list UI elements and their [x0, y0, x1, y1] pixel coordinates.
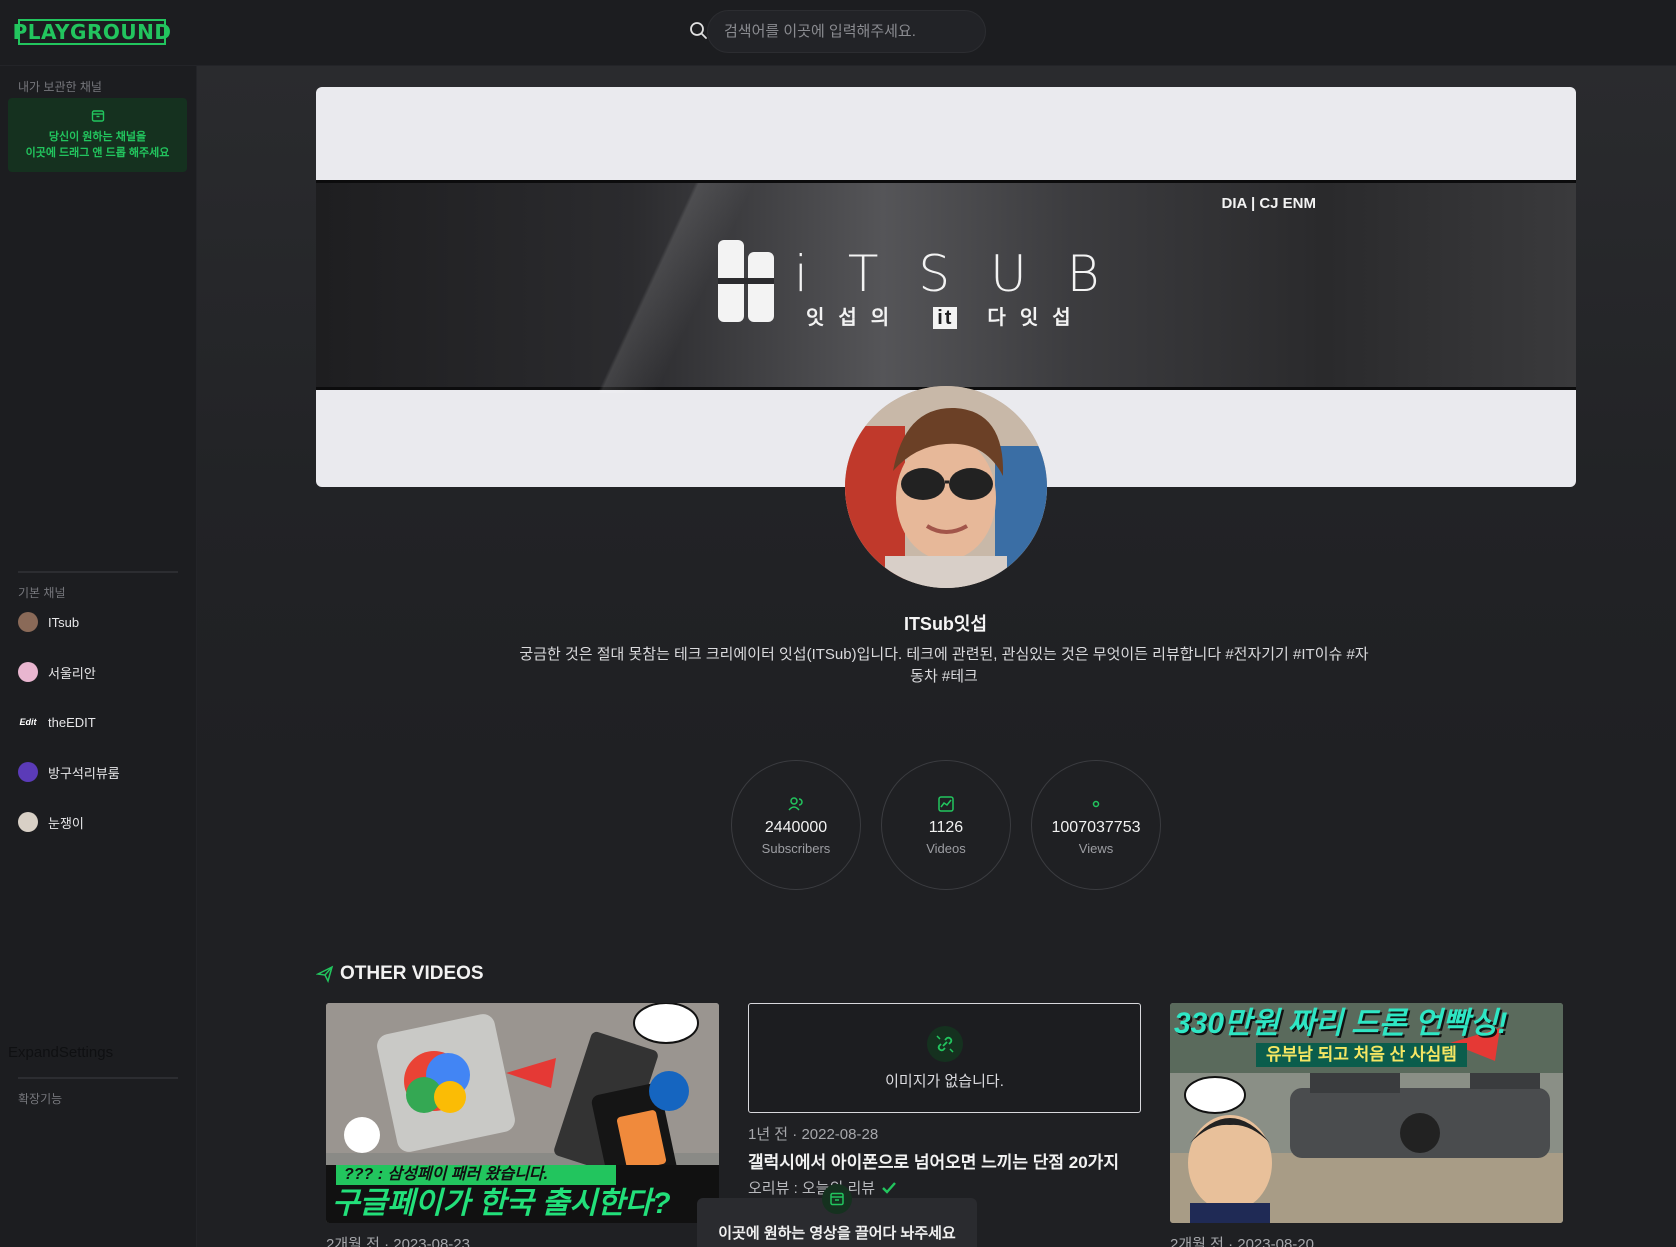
sidebar-item-label: 방구석리뷰룸 — [48, 765, 120, 781]
archive-icon — [91, 109, 105, 123]
stat-views: 1007037753 Views — [1031, 760, 1161, 890]
other-videos-heading: OTHER VIDEOS — [315, 963, 484, 985]
sidebar-item-bangguseok[interactable]: 방구석리뷰룸 — [18, 758, 188, 786]
video-card[interactable]: ??? : 삼성페이 패러 왔습니다. 구글페이가 한국 출시한다? 2개월 전… — [326, 1003, 719, 1247]
video-card[interactable]: 330만원 짜리 드론 언빡싱! 유부남 되고 처음 산 사심템 2개월 전 ·… — [1170, 1003, 1563, 1247]
extension-label: 확장기능 — [18, 1092, 63, 1106]
stat-label: Subscribers — [761, 840, 831, 856]
dropzone-text-line2: 이곳에 드래그 앤 드롭 해주세요 — [25, 147, 170, 159]
stat-value: 1007037753 — [1051, 818, 1141, 836]
stat-videos: 1126 Videos — [881, 760, 1011, 890]
thumbnail-caption-top: 330만원 짜리 드론 언빡싱! — [1174, 1007, 1508, 1040]
saved-channels-label: 내가 보관한 채널 — [18, 80, 102, 94]
video-title[interactable]: 갤럭시에서 아이폰으로 넘어오면 느끼는 단점 20가지 — [748, 1148, 1141, 1173]
banner-title: iTSUB — [794, 245, 1140, 303]
video-date: 1년 전 · 2022-08-28 — [748, 1126, 879, 1143]
stat-value: 2440000 — [764, 818, 828, 836]
sidebar: 내가 보관한 채널 당신이 원하는 채널을 이곳에 드래그 앤 드롭 해주세요 … — [0, 66, 197, 1247]
video-thumbnail[interactable]: ??? : 삼성페이 패러 왔습니다. 구글페이가 한국 출시한다? — [326, 1003, 719, 1223]
sidebar-item-label: theEDIT — [48, 714, 96, 730]
chart-icon — [937, 795, 955, 813]
verified-check-icon — [881, 1180, 897, 1196]
video-card[interactable]: 이미지가 없습니다. 1년 전 · 2022-08-28 갤럭시에서 아이폰으로… — [748, 1003, 1141, 1198]
video-date: 2개월 전 · 2023-08-23 — [326, 1236, 470, 1247]
expand-settings[interactable]: ExpandSettings — [8, 1044, 113, 1061]
sidebar-divider — [18, 1077, 178, 1079]
channel-description: 궁금한 것은 절대 못참는 테크 크리에이터 잇섭(ITSub)입니다. 테크에… — [519, 646, 1369, 685]
video-thumbnail-placeholder[interactable]: 이미지가 없습니다. — [748, 1003, 1141, 1113]
itsub-logo-icon — [716, 238, 776, 324]
no-image-text: 이미지가 없습니다. — [885, 1072, 1004, 1090]
search-input[interactable] — [707, 10, 986, 53]
banner-corner-logo: DIA | CJ ENM — [1221, 195, 1316, 212]
channel-avatar — [18, 612, 38, 632]
channel-avatar — [18, 762, 38, 782]
playground-logo[interactable]: PLAYGROUND — [13, 19, 171, 45]
archive-icon — [822, 1184, 852, 1214]
sidebar-item-label: 서울리안 — [48, 665, 96, 681]
drop-toast-text: 이곳에 원하는 영상을 끌어다 놔주세요 — [718, 1224, 956, 1242]
thumbnail-caption-main: 구글페이가 한국 출시한다? — [332, 1187, 671, 1220]
video-date: 2개월 전 · 2023-08-20 — [1170, 1236, 1314, 1247]
broken-link-icon — [926, 1025, 963, 1062]
plane-icon — [315, 965, 334, 984]
channel-dropzone[interactable]: 당신이 원하는 채널을 이곳에 드래그 앤 드롭 해주세요 — [8, 98, 187, 172]
video-thumbnail[interactable]: 330만원 짜리 드론 언빡싱! 유부남 되고 처음 산 사심템 — [1170, 1003, 1563, 1223]
channel-title: ITSub잇섭 — [903, 614, 988, 634]
dropzone-text-line1: 당신이 원하는 채널을 — [48, 131, 147, 143]
sidebar-item-theedit[interactable]: Edit theEDIT — [18, 708, 188, 736]
sidebar-item-label: 눈쟁이 — [48, 815, 84, 831]
thumbnail-caption-top: ??? : 삼성페이 패러 왔습니다. — [336, 1165, 616, 1185]
stat-label: Views — [1078, 840, 1114, 856]
stat-subscribers: 2440000 Subscribers — [731, 760, 861, 890]
stat-label: Videos — [926, 840, 966, 856]
banner-subtitle: 잇섭의 it 다잇섭 — [806, 307, 1085, 329]
basic-channels-label: 기본 채널 — [18, 586, 66, 600]
top-bar: PLAYGROUND — [0, 0, 1676, 66]
main-content: iTSUB 잇섭의 it 다잇섭 DIA | CJ ENM ITSub잇섭 궁금한 … — [197, 66, 1676, 1247]
stat-value: 1126 — [928, 818, 964, 836]
video-channel[interactable]: 오리뷰 : 오늘의 리뷰 — [748, 1177, 1141, 1198]
dot-icon — [1087, 795, 1105, 813]
search-bar — [680, 10, 986, 53]
banner-band: iTSUB 잇섭의 it 다잇섭 DIA | CJ ENM — [316, 180, 1576, 393]
sidebar-item-nunjaengi[interactable]: 눈쟁이 — [18, 808, 188, 836]
video-drop-toast[interactable]: 이곳에 원하는 영상을 끌어다 놔주세요 — [697, 1184, 977, 1247]
sidebar-item-seoulian[interactable]: 서울리안 — [18, 658, 188, 686]
users-icon — [787, 795, 805, 813]
channel-avatar: Edit — [18, 712, 38, 732]
channel-avatar — [18, 812, 38, 832]
channel-avatar — [18, 662, 38, 682]
thumbnail-caption-sub: 유부남 되고 처음 산 사심템 — [1256, 1043, 1467, 1067]
avatar — [845, 386, 1047, 588]
sidebar-divider — [18, 571, 178, 573]
sidebar-item-itsub[interactable]: ITsub — [18, 608, 188, 636]
sidebar-item-label: ITsub — [48, 614, 80, 630]
